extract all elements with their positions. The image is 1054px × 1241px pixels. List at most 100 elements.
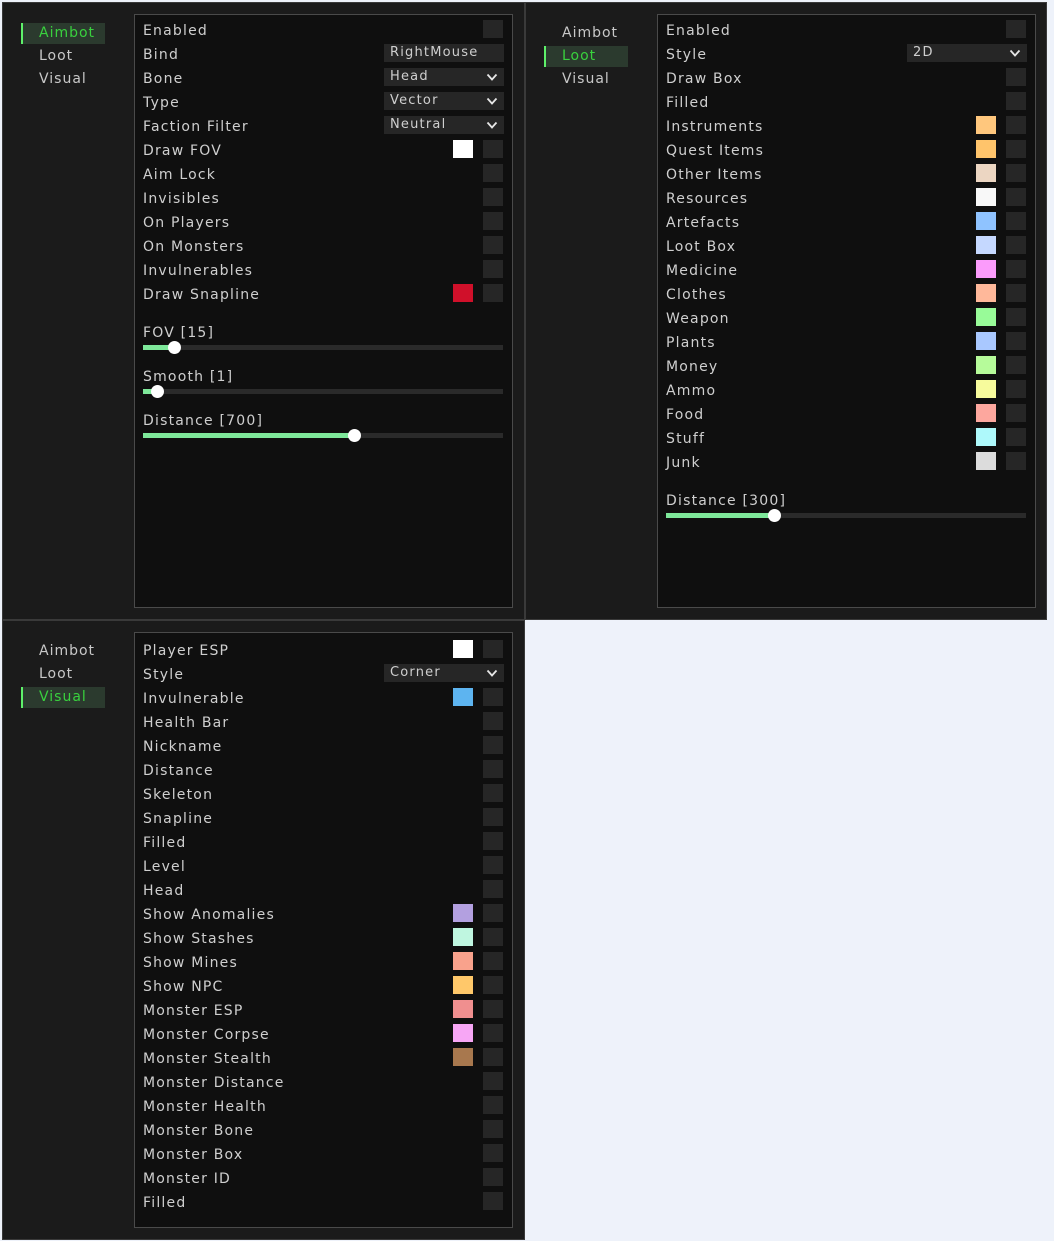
slider-handle[interactable] <box>167 341 181 354</box>
checkbox[interactable] <box>483 236 503 254</box>
checkbox[interactable] <box>483 784 503 802</box>
color-swatch[interactable] <box>976 332 996 350</box>
checkbox[interactable] <box>483 1168 503 1186</box>
checkbox[interactable] <box>483 1192 503 1210</box>
dropdown-type[interactable]: Vector <box>384 92 504 110</box>
checkbox[interactable] <box>1006 332 1026 350</box>
slider-handle[interactable] <box>768 509 781 522</box>
color-swatch[interactable] <box>976 428 996 446</box>
checkbox[interactable] <box>483 1048 503 1066</box>
color-swatch[interactable] <box>976 140 996 158</box>
checkbox[interactable] <box>1006 260 1026 278</box>
color-swatch[interactable] <box>976 284 996 302</box>
setting-row-monster-distance: Monster Distance <box>143 1072 504 1096</box>
slider-handle[interactable] <box>151 385 165 398</box>
checkbox[interactable] <box>1006 308 1026 326</box>
color-swatch[interactable] <box>453 640 473 658</box>
checkbox[interactable] <box>483 808 503 826</box>
checkbox[interactable] <box>1006 356 1026 374</box>
checkbox[interactable] <box>483 928 503 946</box>
color-swatch[interactable] <box>453 284 473 302</box>
checkbox[interactable] <box>1006 140 1026 158</box>
checkbox[interactable] <box>1006 404 1026 422</box>
dropdown-faction-filter[interactable]: Neutral <box>384 116 504 134</box>
sidebar-item-loot[interactable]: Loot <box>544 46 628 67</box>
checkbox[interactable] <box>483 640 503 658</box>
checkbox[interactable] <box>483 1120 503 1138</box>
color-swatch[interactable] <box>453 976 473 994</box>
color-swatch[interactable] <box>976 308 996 326</box>
checkbox[interactable] <box>1006 68 1026 86</box>
dropdown-bone[interactable]: Head <box>384 68 504 86</box>
checkbox[interactable] <box>483 712 503 730</box>
checkbox[interactable] <box>483 260 503 278</box>
sidebar-item-aimbot[interactable]: Aimbot <box>21 641 105 662</box>
slider-track[interactable] <box>666 509 1026 522</box>
color-swatch[interactable] <box>453 904 473 922</box>
color-swatch[interactable] <box>976 452 996 470</box>
checkbox[interactable] <box>483 1000 503 1018</box>
checkbox[interactable] <box>483 688 503 706</box>
checkbox[interactable] <box>483 856 503 874</box>
checkbox[interactable] <box>483 1072 503 1090</box>
color-swatch[interactable] <box>453 1048 473 1066</box>
checkbox[interactable] <box>483 976 503 994</box>
checkbox[interactable] <box>1006 452 1026 470</box>
color-swatch[interactable] <box>453 952 473 970</box>
settings-window-loot: Aimbot Loot Visual Enabled Style 2D Draw Box Fi… <box>525 2 1047 620</box>
color-swatch[interactable] <box>453 688 473 706</box>
sidebar-item-aimbot[interactable]: Aimbot <box>21 23 105 44</box>
sidebar-item-visual[interactable]: Visual <box>21 69 105 90</box>
sidebar-item-visual[interactable]: Visual <box>21 687 105 708</box>
checkbox[interactable] <box>483 1096 503 1114</box>
sidebar-item-loot[interactable]: Loot <box>21 46 105 67</box>
slider-track[interactable] <box>143 385 503 398</box>
checkbox[interactable] <box>483 904 503 922</box>
sidebar-item-aimbot[interactable]: Aimbot <box>544 23 628 44</box>
color-swatch[interactable] <box>976 404 996 422</box>
color-swatch[interactable] <box>976 212 996 230</box>
checkbox[interactable] <box>1006 284 1026 302</box>
checkbox[interactable] <box>483 880 503 898</box>
checkbox[interactable] <box>1006 20 1026 38</box>
sidebar-item-visual[interactable]: Visual <box>544 69 628 90</box>
checkbox[interactable] <box>483 284 503 302</box>
checkbox[interactable] <box>483 140 503 158</box>
checkbox[interactable] <box>483 20 503 38</box>
color-swatch[interactable] <box>453 1000 473 1018</box>
checkbox[interactable] <box>483 832 503 850</box>
checkbox[interactable] <box>483 188 503 206</box>
color-swatch[interactable] <box>976 188 996 206</box>
checkbox[interactable] <box>1006 236 1026 254</box>
color-swatch[interactable] <box>976 380 996 398</box>
checkbox[interactable] <box>483 1144 503 1162</box>
slider-handle[interactable] <box>347 429 361 442</box>
color-swatch[interactable] <box>453 928 473 946</box>
checkbox[interactable] <box>483 736 503 754</box>
checkbox[interactable] <box>1006 380 1026 398</box>
checkbox[interactable] <box>1006 428 1026 446</box>
color-swatch[interactable] <box>976 356 996 374</box>
color-swatch[interactable] <box>453 1024 473 1042</box>
checkbox[interactable] <box>1006 212 1026 230</box>
color-swatch[interactable] <box>976 236 996 254</box>
checkbox[interactable] <box>1006 92 1026 110</box>
keybind-field[interactable]: RightMouse <box>384 44 504 62</box>
checkbox[interactable] <box>1006 188 1026 206</box>
checkbox[interactable] <box>483 1024 503 1042</box>
dropdown-style[interactable]: Corner <box>384 664 504 682</box>
sidebar-item-loot[interactable]: Loot <box>21 664 105 685</box>
checkbox[interactable] <box>1006 116 1026 134</box>
color-swatch[interactable] <box>976 164 996 182</box>
slider-track[interactable] <box>143 341 503 354</box>
checkbox[interactable] <box>483 760 503 778</box>
checkbox[interactable] <box>1006 164 1026 182</box>
checkbox[interactable] <box>483 164 503 182</box>
checkbox[interactable] <box>483 212 503 230</box>
color-swatch[interactable] <box>976 260 996 278</box>
color-swatch[interactable] <box>976 116 996 134</box>
checkbox[interactable] <box>483 952 503 970</box>
color-swatch[interactable] <box>453 140 473 158</box>
dropdown-style[interactable]: 2D <box>907 44 1027 62</box>
slider-track[interactable] <box>143 429 503 442</box>
